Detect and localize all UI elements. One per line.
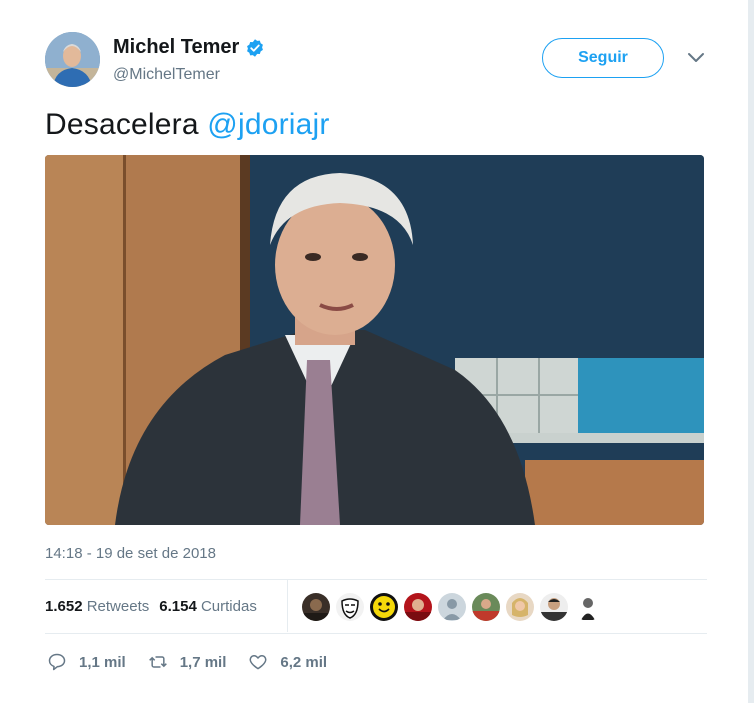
mention-link[interactable]: @jdoriajr bbox=[207, 108, 329, 141]
liker-avatar[interactable] bbox=[472, 593, 500, 621]
retweets-count: 1.652 bbox=[45, 598, 83, 615]
retweets-label: Retweets bbox=[86, 598, 150, 615]
verified-badge-icon bbox=[247, 38, 264, 57]
chevron-down-icon[interactable] bbox=[687, 52, 705, 64]
retweet-count: 1,7 mil bbox=[179, 653, 227, 671]
liker-avatar[interactable] bbox=[506, 593, 534, 621]
reply-action[interactable]: 1,1 mil bbox=[47, 652, 126, 672]
likes-stat[interactable]: 6.154 Curtidas bbox=[159, 598, 257, 615]
engagement-stats: 1.652 Retweets 6.154 Curtidas bbox=[45, 598, 257, 615]
tweet-body: Desacelera bbox=[45, 108, 199, 141]
likes-count: 6.154 bbox=[159, 598, 197, 615]
tweet-media-video[interactable] bbox=[45, 155, 704, 525]
tweet-timestamp[interactable]: 14:18 - 19 de set de 2018 bbox=[45, 545, 216, 562]
tweet-text: Desacelera @jdoriajr bbox=[45, 108, 330, 142]
likers-avatars bbox=[302, 593, 602, 621]
liker-avatar[interactable] bbox=[438, 593, 466, 621]
reply-count: 1,1 mil bbox=[79, 653, 126, 671]
liker-avatar[interactable] bbox=[404, 593, 432, 621]
divider-bottom bbox=[45, 633, 707, 634]
likes-label: Curtidas bbox=[200, 598, 257, 615]
like-action[interactable]: 6,2 mil bbox=[248, 652, 327, 672]
liker-avatar[interactable] bbox=[540, 593, 568, 621]
page-edge bbox=[748, 0, 754, 703]
retweet-icon bbox=[148, 656, 167, 668]
reply-icon bbox=[48, 653, 66, 671]
like-icon bbox=[249, 655, 267, 670]
author-name[interactable]: Michel Temer bbox=[113, 36, 239, 59]
tweet-actions: 1,1 mil 1,7 mil 6,2 mil bbox=[47, 652, 349, 672]
liker-avatar[interactable] bbox=[574, 593, 602, 621]
follow-button[interactable]: Seguir bbox=[542, 38, 664, 78]
author-name-row: Michel Temer bbox=[113, 36, 265, 59]
video-still bbox=[45, 155, 704, 525]
liker-avatar[interactable] bbox=[336, 593, 364, 621]
author-handle[interactable]: @MichelTemer bbox=[113, 66, 220, 84]
like-count: 6,2 mil bbox=[280, 653, 328, 671]
stats-separator bbox=[287, 580, 288, 632]
retweets-stat[interactable]: 1.652 Retweets bbox=[45, 598, 149, 615]
liker-avatar[interactable] bbox=[302, 593, 330, 621]
divider-top bbox=[45, 579, 707, 580]
liker-avatar[interactable] bbox=[370, 593, 398, 621]
author-avatar[interactable] bbox=[45, 32, 100, 87]
retweet-action[interactable]: 1,7 mil bbox=[148, 652, 227, 672]
